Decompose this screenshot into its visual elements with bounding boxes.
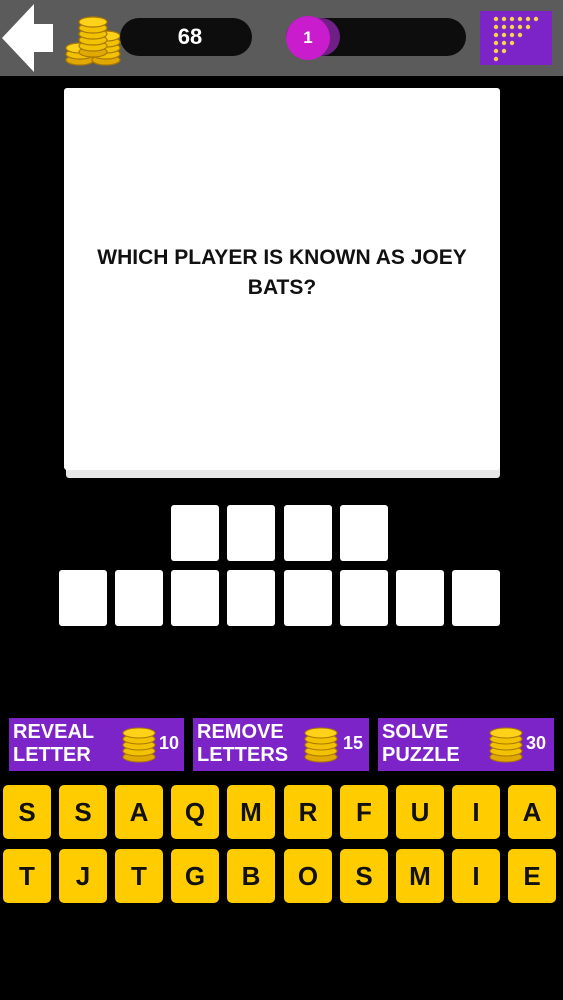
remove-letters-button[interactable]: REMOVE LETTERS 15 bbox=[193, 718, 369, 771]
letter-key[interactable]: A bbox=[115, 785, 163, 839]
letter-key[interactable]: S bbox=[59, 785, 107, 839]
back-arrow-icon bbox=[2, 4, 53, 72]
letter-key[interactable]: S bbox=[3, 785, 51, 839]
letter-key[interactable]: T bbox=[115, 849, 163, 903]
letter-key[interactable]: G bbox=[171, 849, 219, 903]
level-badge: 1 bbox=[286, 16, 330, 60]
answer-tile[interactable] bbox=[340, 570, 388, 626]
letter-key[interactable]: E bbox=[508, 849, 556, 903]
letter-key[interactable]: S bbox=[340, 849, 388, 903]
levels-button[interactable] bbox=[480, 11, 552, 65]
answer-tile[interactable] bbox=[171, 570, 219, 626]
back-button[interactable] bbox=[0, 0, 56, 76]
remove-letters-label: REMOVE LETTERS bbox=[197, 721, 289, 766]
letter-key[interactable]: A bbox=[508, 785, 556, 839]
letter-key[interactable]: B bbox=[227, 849, 275, 903]
answer-tile[interactable] bbox=[284, 570, 332, 626]
solve-puzzle-cost: 30 bbox=[526, 733, 547, 753]
reveal-letter-label: REVEAL LETTER bbox=[13, 721, 95, 766]
level-grid-icon bbox=[493, 16, 539, 62]
remove-letters-cost: 15 bbox=[343, 733, 364, 753]
answer-tile[interactable] bbox=[171, 505, 219, 561]
letter-key[interactable]: R bbox=[284, 785, 332, 839]
answer-tile[interactable] bbox=[284, 505, 332, 561]
answer-tile[interactable] bbox=[452, 570, 500, 626]
reveal-letter-cost: 10 bbox=[159, 733, 180, 753]
coin-stack-icon bbox=[489, 727, 523, 763]
letter-key[interactable]: I bbox=[452, 849, 500, 903]
coin-stack-icon bbox=[122, 727, 156, 763]
question-text: WHICH PLAYER IS KNOWN AS JOEY BATS? bbox=[97, 246, 467, 299]
coin-balance: 68 bbox=[120, 18, 252, 56]
answer-tile[interactable] bbox=[115, 570, 163, 626]
letter-key[interactable]: M bbox=[396, 849, 444, 903]
top-bar: 68 1 bbox=[0, 0, 563, 76]
letter-key[interactable]: U bbox=[396, 785, 444, 839]
coin-stack-icon bbox=[304, 727, 338, 763]
letter-key[interactable]: M bbox=[227, 785, 275, 839]
question-card: WHICH PLAYER IS KNOWN AS JOEY BATS? bbox=[64, 88, 500, 470]
answer-tile[interactable] bbox=[396, 570, 444, 626]
letter-key[interactable]: O bbox=[284, 849, 332, 903]
reveal-letter-button[interactable]: REVEAL LETTER 10 bbox=[9, 718, 184, 771]
answer-tile[interactable] bbox=[59, 570, 107, 626]
answer-tile[interactable] bbox=[227, 505, 275, 561]
solve-puzzle-label: SOLVE PUZZLE bbox=[382, 721, 460, 766]
letter-key[interactable]: F bbox=[340, 785, 388, 839]
answer-tile[interactable] bbox=[340, 505, 388, 561]
letter-key[interactable]: Q bbox=[171, 785, 219, 839]
answer-tile[interactable] bbox=[227, 570, 275, 626]
letter-key[interactable]: T bbox=[3, 849, 51, 903]
letter-key[interactable]: I bbox=[452, 785, 500, 839]
letter-key[interactable]: J bbox=[59, 849, 107, 903]
solve-puzzle-button[interactable]: SOLVE PUZZLE 30 bbox=[378, 718, 554, 771]
